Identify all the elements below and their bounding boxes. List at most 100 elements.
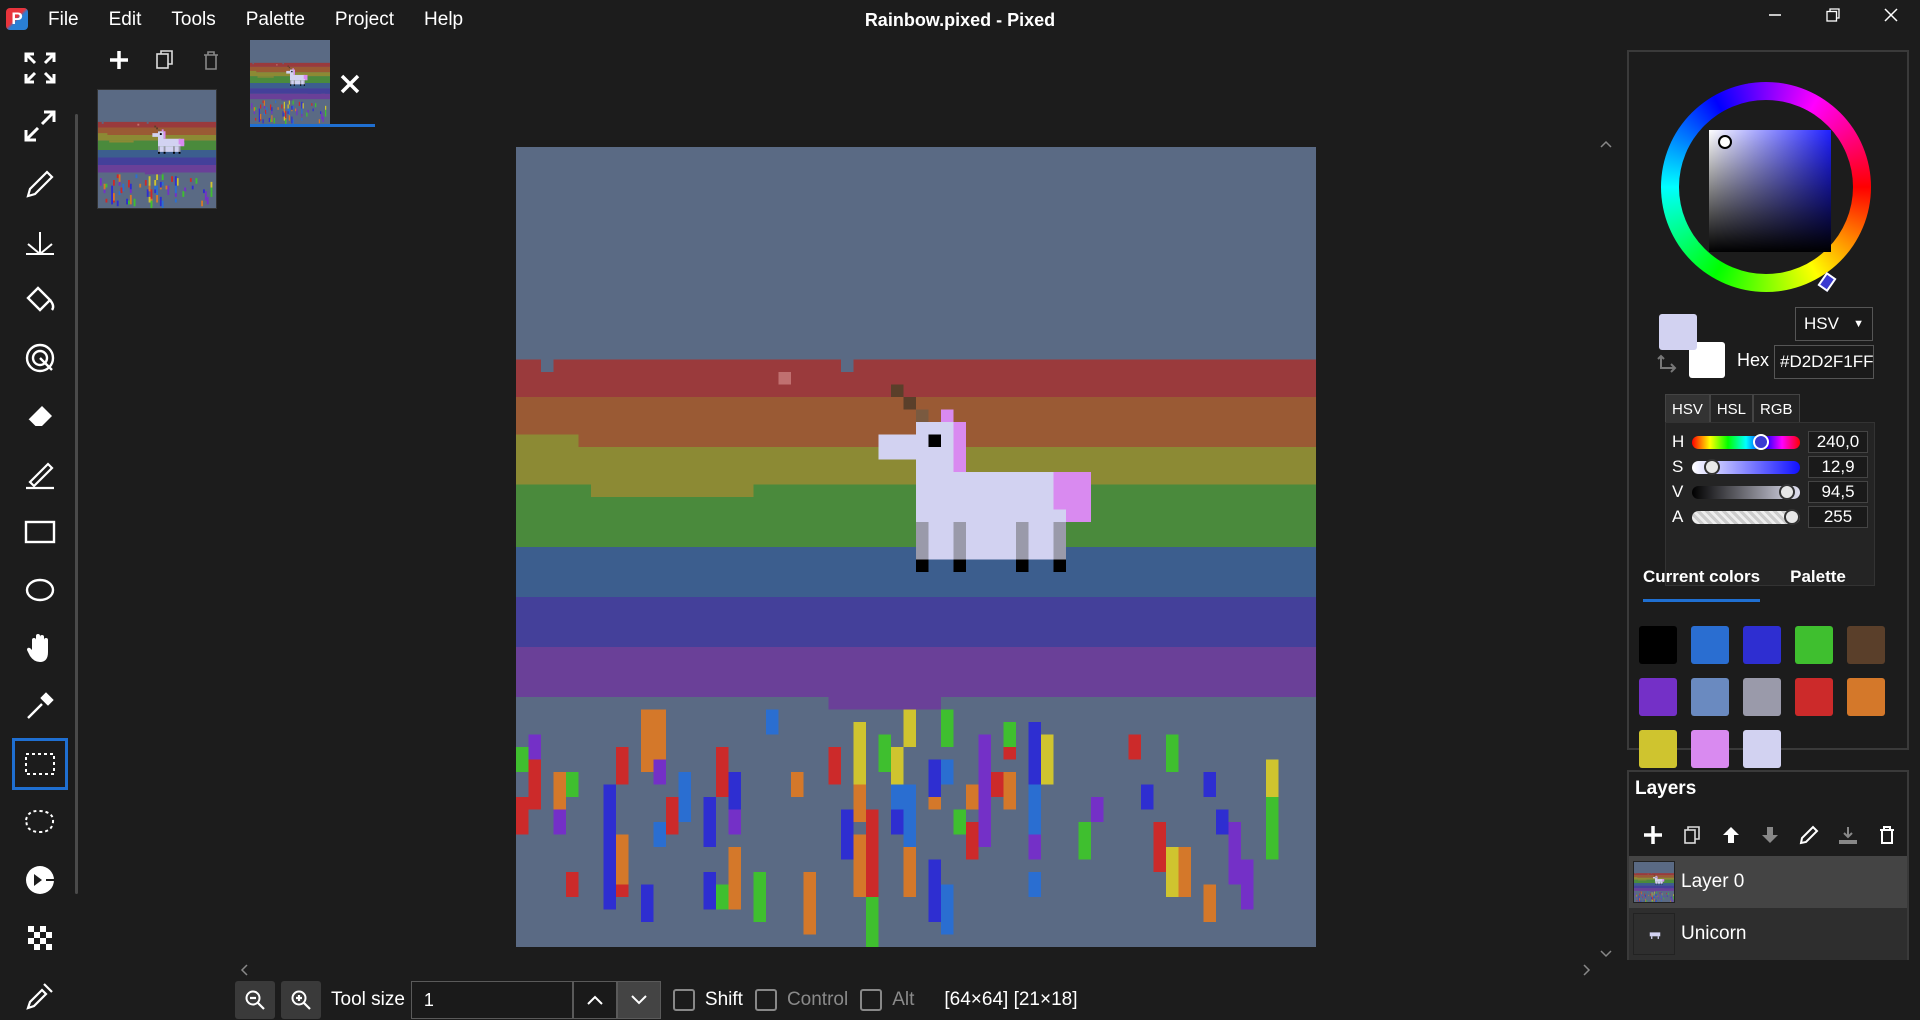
layer-row-unicorn[interactable]: Unicorn [1629,908,1907,960]
close-tab-button[interactable] [336,70,364,98]
line-tool[interactable] [12,448,68,500]
value-slider[interactable] [1692,483,1800,500]
color-swatch[interactable] [1795,626,1833,664]
menu-project[interactable]: Project [335,0,394,40]
grass-streak [1166,734,1179,772]
zoom-in-button[interactable] [281,981,321,1019]
shift-checkbox[interactable] [672,989,695,1011]
saturation-value[interactable]: 12,9 [1808,456,1868,478]
delete-layer-button[interactable] [1867,820,1906,850]
menu-edit[interactable]: Edit [109,0,142,40]
lasso-select-tool[interactable] [12,796,68,848]
expand-button[interactable] [12,100,68,152]
tool-size-input[interactable] [410,981,573,1019]
alpha-slider[interactable] [1692,508,1800,525]
tool-size-decrease[interactable] [616,981,661,1019]
delete-frame-button[interactable] [188,46,234,74]
fullscreen-button[interactable] [12,42,68,94]
grass-streak [678,772,691,822]
saturation-slider-knob[interactable] [1703,458,1720,475]
grass-streak [144,180,147,186]
rename-layer-button[interactable] [1789,820,1828,850]
close-window-button[interactable] [1862,0,1920,30]
tab-hsv[interactable]: HSV [1665,394,1710,424]
color-swatch[interactable] [1639,678,1677,716]
color-swatch[interactable] [1847,678,1885,716]
fill-bucket-tool[interactable] [12,274,68,326]
zoom-out-button[interactable] [235,981,275,1019]
color-swatch[interactable] [1743,730,1781,768]
color-picker-tool[interactable] [12,680,68,732]
move-layer-up-button[interactable] [1711,820,1750,850]
tab-palette[interactable]: Palette [1790,567,1846,602]
tab-hsl[interactable]: HSL [1709,394,1754,424]
eyedropper-tool[interactable] [12,970,68,1020]
hue-value[interactable]: 240,0 [1808,431,1868,453]
color-swatch[interactable] [1691,626,1729,664]
alpha-value[interactable]: 255 [1808,506,1868,528]
tab-rgb[interactable]: RGB [1753,394,1800,424]
drawing-canvas[interactable] [516,147,1316,947]
layer-row-layer-0[interactable]: Layer 0 [1629,856,1907,908]
value-slider-knob[interactable] [1778,483,1795,500]
scroll-up-arrow[interactable] [1600,135,1612,153]
duplicate-layer-button[interactable] [1672,820,1711,850]
rectangle-select-tool[interactable] [12,738,68,790]
color-swatch[interactable] [1743,626,1781,664]
checker-pattern-tool[interactable] [12,912,68,964]
color-swatch[interactable] [1795,678,1833,716]
grass-streak [1643,900,1645,902]
value-value[interactable]: 94,5 [1808,481,1868,503]
move-layer-down-button[interactable] [1750,820,1789,850]
duplicate-frame-button[interactable] [142,46,188,74]
add-layer-button[interactable] [1633,820,1672,850]
swap-colors-button[interactable] [1657,352,1679,379]
menu-help[interactable]: Help [424,0,463,40]
minimize-button[interactable] [1746,0,1804,30]
color-swatch[interactable] [1639,626,1677,664]
grass-streak [1663,897,1665,900]
rectangle-tool[interactable] [12,506,68,558]
restore-button[interactable] [1804,0,1862,30]
hand-tool[interactable] [12,622,68,674]
menu-tools[interactable]: Tools [171,0,215,40]
color-swatch[interactable] [1847,626,1885,664]
color-swatch[interactable] [1639,730,1677,768]
document-tab[interactable] [250,40,375,128]
hex-input[interactable]: #D2D2F1FF [1774,345,1874,379]
tab-current-colors[interactable]: Current colors [1643,567,1761,602]
frame-thumbnail[interactable] [97,89,217,209]
add-frame-button[interactable] [96,46,142,74]
eraser-tool[interactable] [12,390,68,442]
hue-slider-knob[interactable] [1753,433,1770,450]
magic-wand-tool[interactable] [12,854,68,906]
alpha-slider-knob[interactable] [1784,508,1800,525]
grass-streak [1641,896,1643,899]
app-logo: P [6,8,28,30]
scroll-left-arrow[interactable] [240,963,248,981]
color-swatch[interactable] [1691,678,1729,716]
menu-palette[interactable]: Palette [246,0,305,40]
toolbar-scrollbar[interactable] [75,114,78,894]
alt-checkbox[interactable] [860,989,883,1011]
ellipse-tool[interactable] [12,564,68,616]
tool-size-increase[interactable] [572,981,617,1019]
grass-streak [1640,891,1642,893]
hue-slider[interactable] [1692,433,1800,450]
color-swatch[interactable] [1691,730,1729,768]
color-mode-select[interactable]: HSV ▼ [1795,307,1873,341]
merge-layer-button[interactable] [1828,820,1867,850]
menu-file[interactable]: File [48,0,79,40]
pencil-tool[interactable] [12,158,68,210]
arrow-down-icon [1761,827,1778,843]
color-swatch[interactable] [1743,678,1781,716]
grass-streak [315,103,317,108]
scroll-right-arrow[interactable] [1583,963,1591,981]
control-checkbox[interactable] [754,989,777,1011]
sv-handle[interactable] [1718,135,1732,149]
spray-tool[interactable] [12,332,68,384]
primary-color-swatch[interactable] [1659,314,1697,350]
scroll-down-arrow[interactable] [1600,945,1612,963]
symmetry-brush-tool[interactable] [12,216,68,268]
saturation-slider[interactable] [1692,458,1800,475]
